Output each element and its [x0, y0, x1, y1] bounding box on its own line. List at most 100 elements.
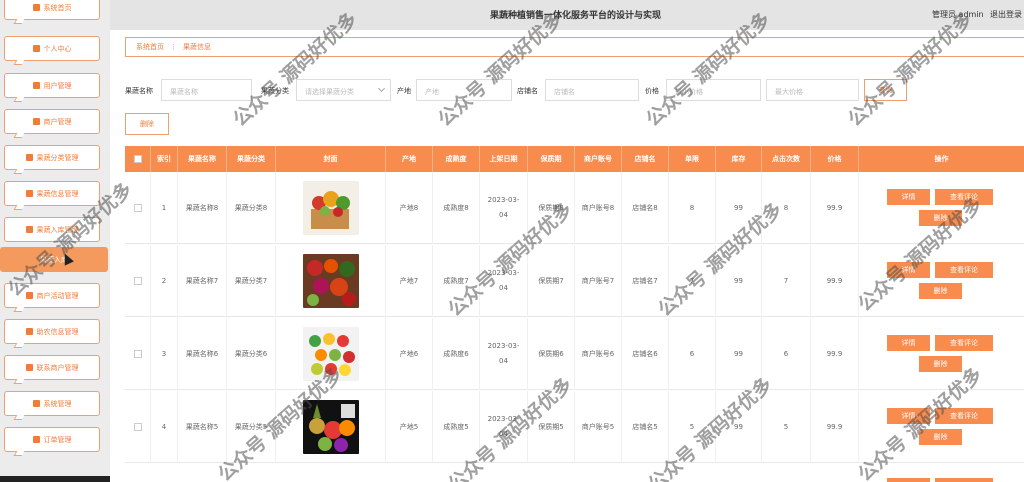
index-cell: 1: [151, 172, 178, 244]
sidebar-item-profile[interactable]: 个人中心: [4, 36, 100, 65]
sidebar-item-contact-merchant[interactable]: 联系商户管理: [4, 355, 100, 384]
fruit-basket-image: [302, 400, 359, 454]
name-search-input[interactable]: 果蔬名称: [161, 79, 252, 101]
view-reviews-button[interactable]: 查看评论: [935, 335, 993, 351]
sidebar-item-users[interactable]: 用户管理: [4, 73, 100, 102]
date-cell: 2023-03- 04: [480, 245, 528, 317]
sidebar-item-orders[interactable]: 订单管理: [4, 427, 100, 456]
sidebar-footer: [0, 476, 110, 482]
date-cell: 2023-03- 04: [480, 318, 528, 390]
view-reviews-button[interactable]: 查看评论: [935, 408, 993, 424]
produce-crate-image: [302, 181, 359, 235]
sidebar-item-label: 个人中心: [43, 44, 72, 53]
view-reviews-button[interactable]: [935, 478, 993, 482]
cover-cell: [276, 172, 386, 244]
folder-icon: [32, 400, 40, 407]
select-all-checkbox[interactable]: [133, 155, 142, 163]
sidebar-item-home[interactable]: 系统首页: [4, 0, 100, 24]
price-cell: 99.9: [811, 391, 859, 463]
delete-button[interactable]: 删除: [919, 429, 962, 445]
bulk-delete-button[interactable]: 删除: [125, 113, 169, 135]
price-cell: 99.9: [811, 318, 859, 390]
limit-cell: 7: [669, 245, 716, 317]
sidebar-item-stock-in-manage[interactable]: 果蔬入库管理: [4, 217, 100, 242]
row-select-cell: [125, 318, 151, 390]
grid-icon: [32, 436, 40, 443]
maturity-cell: 成熟度6: [433, 318, 480, 390]
min-price-input[interactable]: 最小价格: [666, 79, 761, 101]
shop-search-input[interactable]: 店铺名: [545, 79, 639, 101]
view-reviews-button[interactable]: 查看评论: [935, 189, 993, 205]
sidebar-item-label: 商户管理: [43, 117, 72, 126]
column-header: 店铺名: [622, 146, 669, 172]
current-user: 管理员 admin: [932, 10, 984, 19]
sidebar: 系统首页 个人中心 用户管理 商户管理 果蔬分类管理 果蔬信息管理 果蔬入库管理…: [0, 0, 110, 482]
shelf-life-cell: 保质期7: [528, 245, 575, 317]
sidebar-item-categories[interactable]: 果蔬分类管理: [4, 145, 100, 174]
detail-button[interactable]: [887, 478, 930, 482]
sidebar-item-label: 系统管理: [43, 399, 72, 408]
index-cell: 3: [151, 318, 178, 390]
detail-button[interactable]: 详情: [887, 335, 930, 351]
detail-button[interactable]: 详情: [887, 408, 930, 424]
stock-cell: 99: [716, 391, 762, 463]
shop-cell: 店铺名5: [622, 391, 669, 463]
category-select[interactable]: 请选择果蔬分类: [296, 79, 391, 101]
detail-button[interactable]: 详情: [887, 189, 930, 205]
sidebar-item-label: 用户管理: [43, 81, 72, 90]
table-row: 2 果蔬名称7 果蔬分类7 产地7 成熟度7 2023-03- 04 保质期7 商…: [125, 245, 1024, 317]
origin-search-input[interactable]: 产地: [416, 79, 512, 101]
shop-cell: 店铺名8: [622, 172, 669, 244]
name-cell: 果蔬名称7: [178, 245, 227, 317]
origin-cell: 产地7: [386, 245, 433, 317]
column-header: 产地: [386, 146, 433, 172]
column-header: 商户账号: [575, 146, 622, 172]
delete-button[interactable]: 删除: [919, 356, 962, 372]
maturity-cell: 成熟度5: [433, 391, 480, 463]
breadcrumb: 系统首页 ⋮ 果蔬信息: [125, 37, 1024, 57]
sidebar-item-produce-info[interactable]: 果蔬信息管理: [4, 181, 100, 210]
category-cell: 果蔬分类6: [227, 318, 276, 390]
column-header: 操作: [934, 155, 949, 163]
table-row-partial: [125, 464, 1024, 482]
detail-button[interactable]: 详情: [887, 262, 930, 278]
sidebar-item-stock-in[interactable]: 果蔬入库: [0, 247, 108, 272]
row-checkbox[interactable]: [133, 423, 142, 431]
column-header: 索引: [151, 146, 178, 172]
breadcrumb-current: 果蔬信息: [183, 43, 211, 51]
merchant-cell: 商户账号8: [575, 172, 622, 244]
table-icon: [25, 226, 33, 233]
category-cell: 果蔬分类8: [227, 172, 276, 244]
sidebar-item-system[interactable]: 系统管理: [4, 391, 100, 420]
cover-cell: [276, 391, 386, 463]
row-checkbox[interactable]: [133, 277, 142, 285]
merchant-cell: 商户账号5: [575, 391, 622, 463]
delete-button[interactable]: 删除: [919, 210, 962, 226]
query-button[interactable]: 查询: [864, 79, 907, 101]
view-reviews-button[interactable]: 查看评论: [935, 262, 993, 278]
date-cell: 2023-03- 04: [480, 172, 528, 244]
sidebar-item-merchants[interactable]: 商户管理: [4, 109, 100, 138]
sidebar-item-activities[interactable]: 商户活动管理: [4, 283, 100, 312]
limit-cell: 8: [669, 172, 716, 244]
row-checkbox[interactable]: [133, 204, 142, 212]
category-cell: 果蔬分类5: [227, 391, 276, 463]
index-cell: 4: [151, 391, 178, 463]
delete-button[interactable]: 删除: [919, 283, 962, 299]
sidebar-item-label: 助农信息管理: [36, 327, 79, 336]
date-cell: 2023-03- 04: [480, 391, 528, 463]
row-checkbox[interactable]: [133, 350, 142, 358]
origin-cell: 产地8: [386, 172, 433, 244]
shelf-life-cell: 保质期6: [528, 318, 575, 390]
maturity-cell: 成熟度8: [433, 172, 480, 244]
max-price-input[interactable]: 最大价格: [766, 79, 859, 101]
column-header: 成熟度: [433, 146, 480, 172]
sidebar-item-farm-aid[interactable]: 助农信息管理: [4, 319, 100, 348]
row-select-cell: [125, 245, 151, 317]
shop-label: 店铺名: [517, 87, 538, 95]
stock-cell: 99: [716, 318, 762, 390]
logout-link[interactable]: 退出登录: [990, 9, 1022, 20]
column-header: 价格: [811, 146, 859, 172]
merchant-cell: 商户账号6: [575, 318, 622, 390]
breadcrumb-home[interactable]: 系统首页: [136, 42, 164, 52]
